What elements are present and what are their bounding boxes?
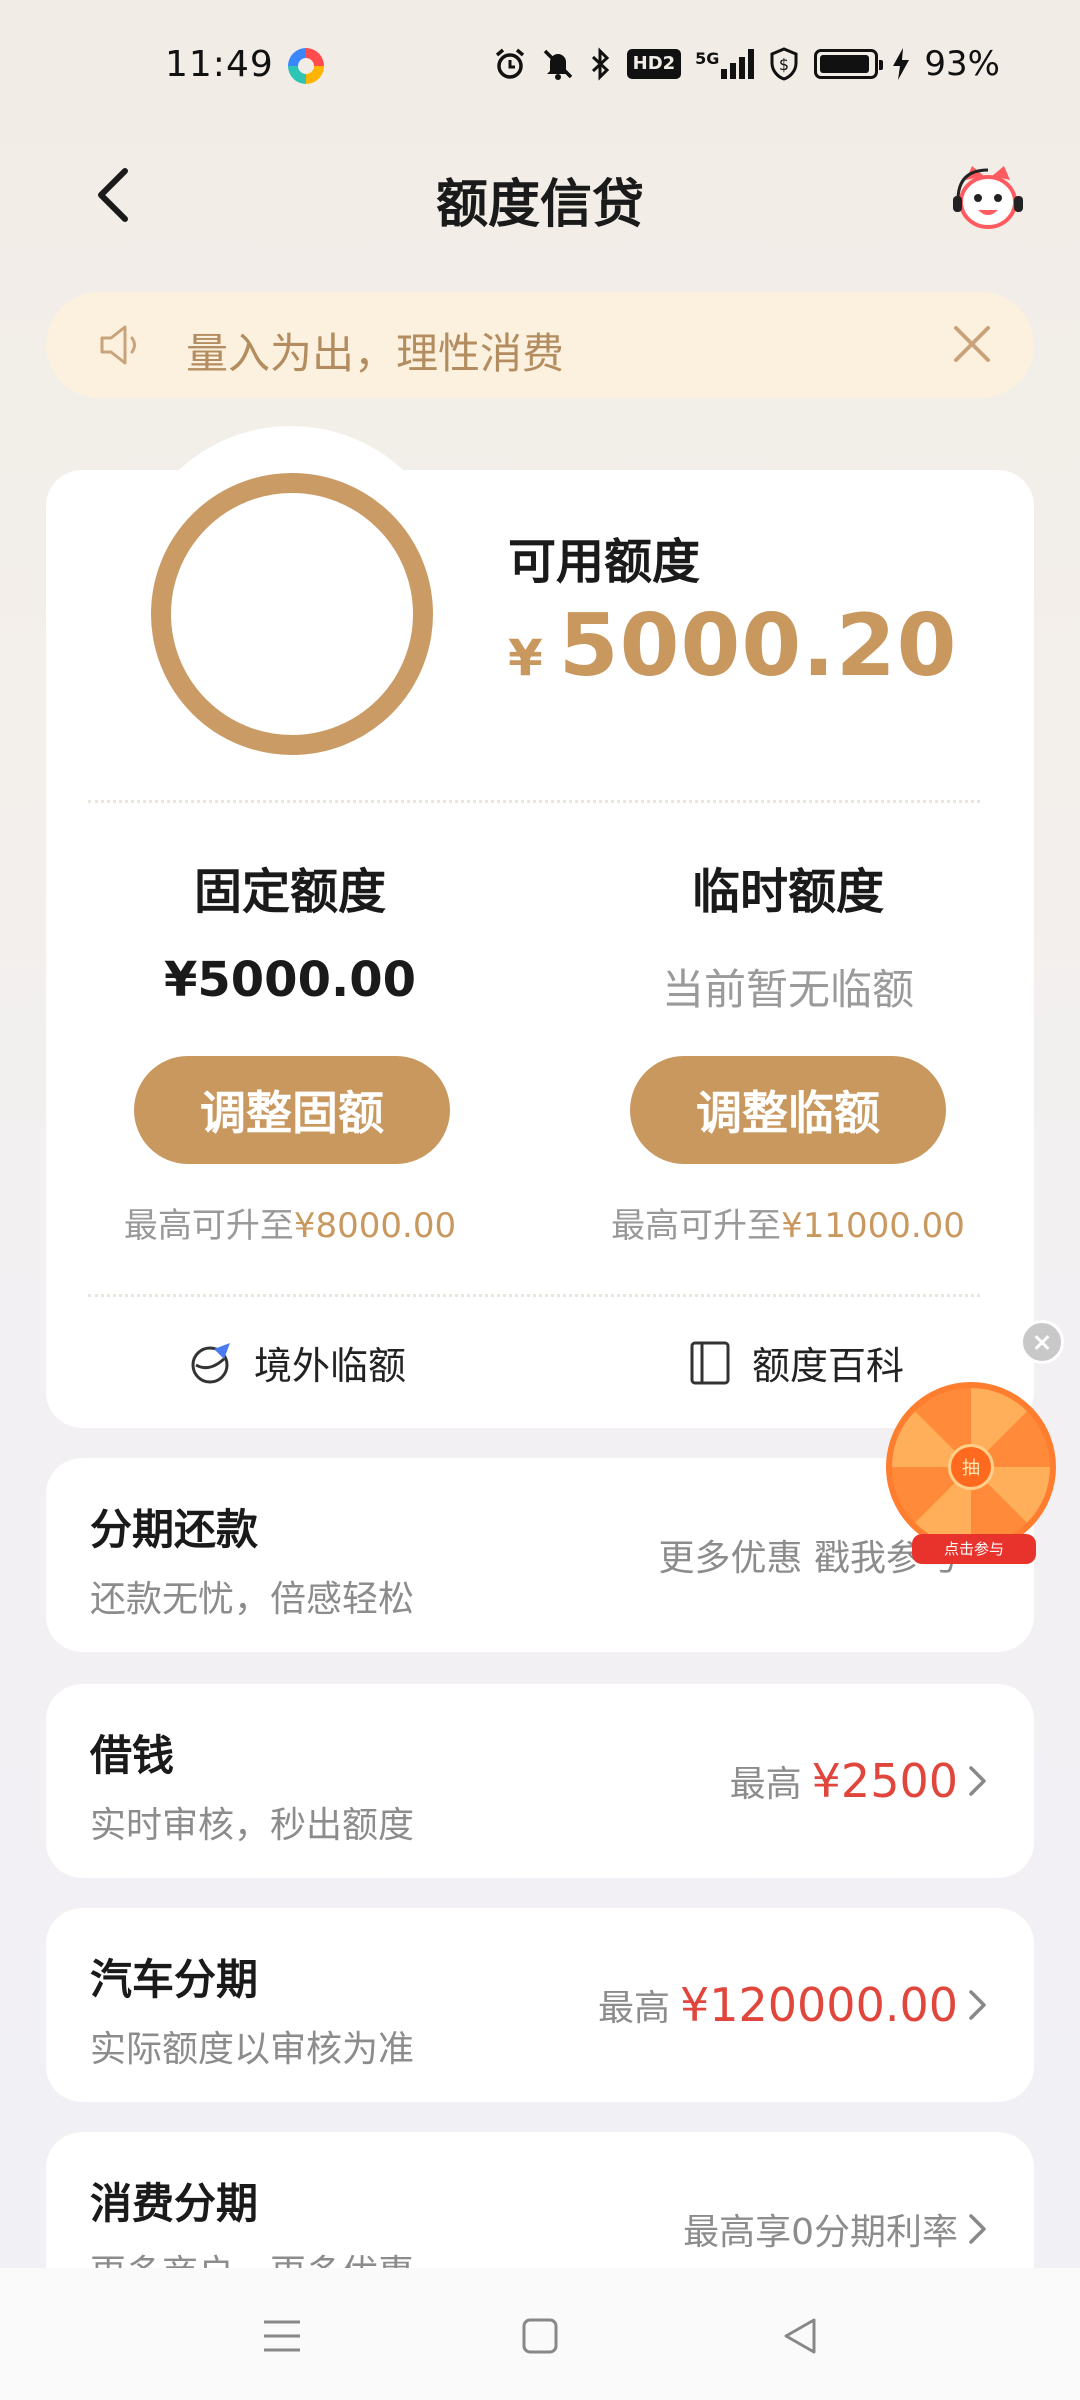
fixed-credit-title: 固定额度 — [193, 864, 386, 920]
alarm-icon — [493, 47, 527, 81]
service-subtitle: 实际额度以审核为准 — [90, 2029, 415, 2070]
home-nav-button[interactable] — [510, 2306, 570, 2366]
header: 额度信贷 — [0, 140, 1080, 250]
available-credit-value: 5000.20 — [558, 596, 958, 696]
battery-percent: 93% — [924, 44, 1000, 84]
menu-icon — [264, 2320, 300, 2352]
available-credit-label: 可用额度 — [508, 534, 701, 590]
service-title: 分期还款 — [90, 1505, 259, 1554]
temp-max-line: 最高可升至¥11000.00 — [611, 1206, 965, 1246]
triangle-back-icon — [784, 2318, 816, 2354]
service-limit: 最高 ¥120000.00 — [597, 1978, 958, 2032]
wheel-center: 抽 — [948, 1444, 994, 1490]
service-card-car-loan[interactable]: 汽车分期 实际额度以审核为准 最高 ¥120000.00 — [46, 1908, 1034, 2102]
svg-text:$: $ — [779, 55, 789, 74]
speaker-icon — [100, 325, 136, 365]
customer-service-button[interactable] — [948, 158, 1028, 238]
hd-badge: HD2 — [626, 49, 682, 79]
service-subtitle: 实时审核，秒出额度 — [90, 1805, 415, 1846]
signal-5g-icon: 5G — [695, 49, 755, 79]
mascot-service-icon — [953, 166, 1023, 229]
notice-bar: 量入为出，理性消费 — [46, 292, 1034, 398]
security-shield-icon: $ — [768, 47, 800, 81]
wheel-ribbon: 点击参与 — [912, 1534, 1036, 1564]
service-title: 借钱 — [90, 1731, 175, 1780]
overseas-link-label: 境外临额 — [254, 1344, 407, 1388]
mute-icon — [541, 47, 575, 81]
back-nav-button[interactable] — [770, 2306, 830, 2366]
available-credit-amount: ¥ 5000.20 — [508, 596, 958, 696]
notice-text: 量入为出，理性消费 — [186, 329, 565, 378]
chevron-right-icon — [969, 1766, 986, 1796]
overseas-temp-credit-link[interactable]: 境外临额 — [188, 1335, 406, 1390]
service-subtitle: 还款无忧，倍感轻松 — [90, 1579, 415, 1620]
book-icon — [690, 1341, 730, 1384]
service-title: 消费分期 — [90, 2179, 259, 2228]
adjust-temp-button[interactable]: 调整临额 — [630, 1056, 946, 1164]
charging-icon — [892, 48, 910, 80]
floating-close-button[interactable] — [1020, 1320, 1064, 1364]
encyclopedia-link-label: 额度百科 — [752, 1344, 905, 1388]
menu-nav-button[interactable] — [252, 2306, 312, 2366]
credit-encyclopedia-link[interactable]: 额度百科 — [686, 1335, 904, 1390]
service-title: 汽车分期 — [90, 1955, 259, 2004]
fixed-max-line: 最高可升至¥8000.00 — [123, 1206, 457, 1246]
service-limit: 最高 ¥2500 — [729, 1754, 958, 1808]
page-title: 额度信贷 — [435, 175, 644, 235]
temp-credit-value: 当前暂无临额 — [661, 965, 914, 1014]
chevron-right-icon — [969, 1990, 986, 2020]
square-home-icon — [522, 2318, 558, 2354]
fixed-credit-value: ¥5000.00 — [163, 952, 417, 1008]
service-card-borrow[interactable]: 借钱 实时审核，秒出额度 最高 ¥2500 — [46, 1684, 1034, 1878]
chevron-right-icon — [969, 2214, 986, 2244]
temp-credit-title: 临时额度 — [691, 864, 884, 920]
credit-ring-chart — [151, 473, 433, 755]
globe-plane-icon — [191, 1342, 230, 1383]
status-icons: HD2 5G $ 93% — [493, 44, 1000, 84]
adjust-fixed-button[interactable]: 调整固额 — [134, 1056, 450, 1164]
system-nav-bar — [0, 2268, 1080, 2400]
app-notification-icon — [288, 48, 324, 84]
close-icon[interactable] — [948, 320, 996, 368]
divider — [88, 1294, 980, 1297]
divider — [88, 800, 980, 803]
lottery-wheel-widget[interactable]: 抽 点击参与 — [886, 1382, 1058, 1564]
battery-icon — [814, 49, 884, 79]
currency-symbol: ¥ — [508, 629, 543, 687]
status-bar: 11:49 HD2 5G $ 93% — [0, 0, 1080, 130]
status-time: 11:49 — [165, 44, 274, 85]
bluetooth-icon — [589, 47, 613, 81]
